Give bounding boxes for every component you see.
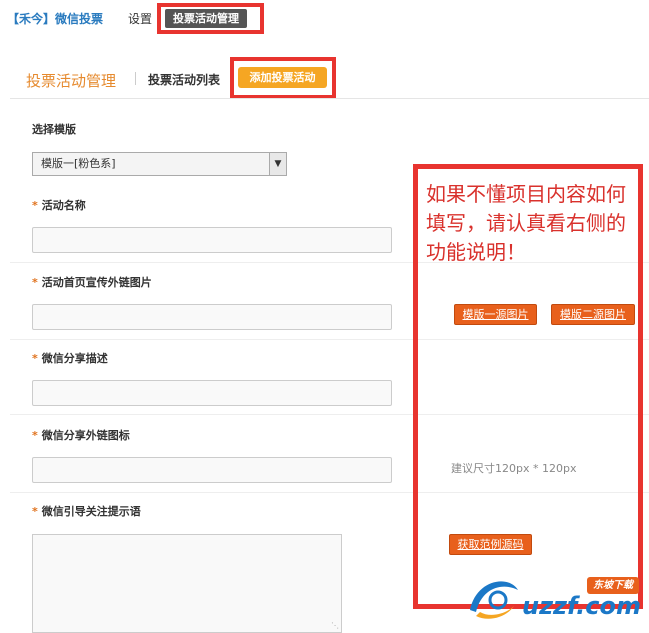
chevron-down-icon[interactable]: ▼: [269, 153, 286, 175]
brand[interactable]: 【禾今】微信投票: [7, 10, 103, 27]
cover-image-url-input[interactable]: [32, 304, 392, 330]
nav-vote-management-tab[interactable]: 投票活动管理: [165, 9, 247, 28]
required-star: *: [32, 276, 38, 289]
field-label-share-icon: * 微信分享外链图标: [32, 429, 130, 442]
brand-app-name: 微信投票: [55, 12, 104, 26]
watermark-domain: uzzf.com: [522, 592, 641, 620]
field-label-follow-tip: * 微信引导关注提示语: [32, 505, 141, 518]
nav-settings-link[interactable]: 设置: [128, 10, 152, 27]
page-title: 投票活动管理: [26, 72, 117, 90]
activity-name-input[interactable]: [32, 227, 392, 253]
template-select[interactable]: 模版一[粉色系] ▼: [32, 152, 287, 176]
subheader-rule: [10, 98, 649, 99]
required-star: *: [32, 429, 38, 442]
field-label-share-desc: * 微信分享描述: [32, 352, 108, 365]
required-star: *: [32, 505, 38, 518]
field-label-cover-image: * 活动首页宣传外链图片: [32, 276, 152, 289]
template-select-value: 模版一[粉色系]: [41, 157, 116, 170]
help-note: 如果不懂项目内容如何填写，请认真看右侧的功能说明！: [426, 182, 626, 264]
share-description-input[interactable]: [32, 380, 392, 406]
add-vote-button[interactable]: 添加投票活动: [238, 67, 327, 88]
watermark-logo: 东坡下载 uzzf.com: [462, 570, 648, 630]
brand-bracket: 【禾今】: [7, 12, 56, 26]
template-label: 选择模版: [32, 123, 76, 136]
template1-source-image-button[interactable]: 模版一源图片: [454, 304, 537, 325]
watermark-swoosh-icon: [470, 581, 518, 619]
icon-size-hint: 建议尺寸120px * 120px: [451, 462, 577, 475]
required-star: *: [32, 199, 38, 212]
share-icon-url-input[interactable]: [32, 457, 392, 483]
follow-tip-textarea[interactable]: ⋱: [32, 534, 342, 633]
template2-source-image-button[interactable]: 模版二源图片: [551, 304, 635, 325]
vote-list-link[interactable]: 投票活动列表: [148, 71, 220, 88]
required-star: *: [32, 352, 38, 365]
subheader-divider: [135, 72, 136, 85]
top-nav: 【禾今】微信投票 设置 投票活动管理: [0, 0, 649, 38]
resize-grip-icon[interactable]: ⋱: [331, 621, 339, 630]
field-label-activity-name: * 活动名称: [32, 199, 86, 212]
get-sample-code-button[interactable]: 获取范例源码: [449, 534, 532, 555]
